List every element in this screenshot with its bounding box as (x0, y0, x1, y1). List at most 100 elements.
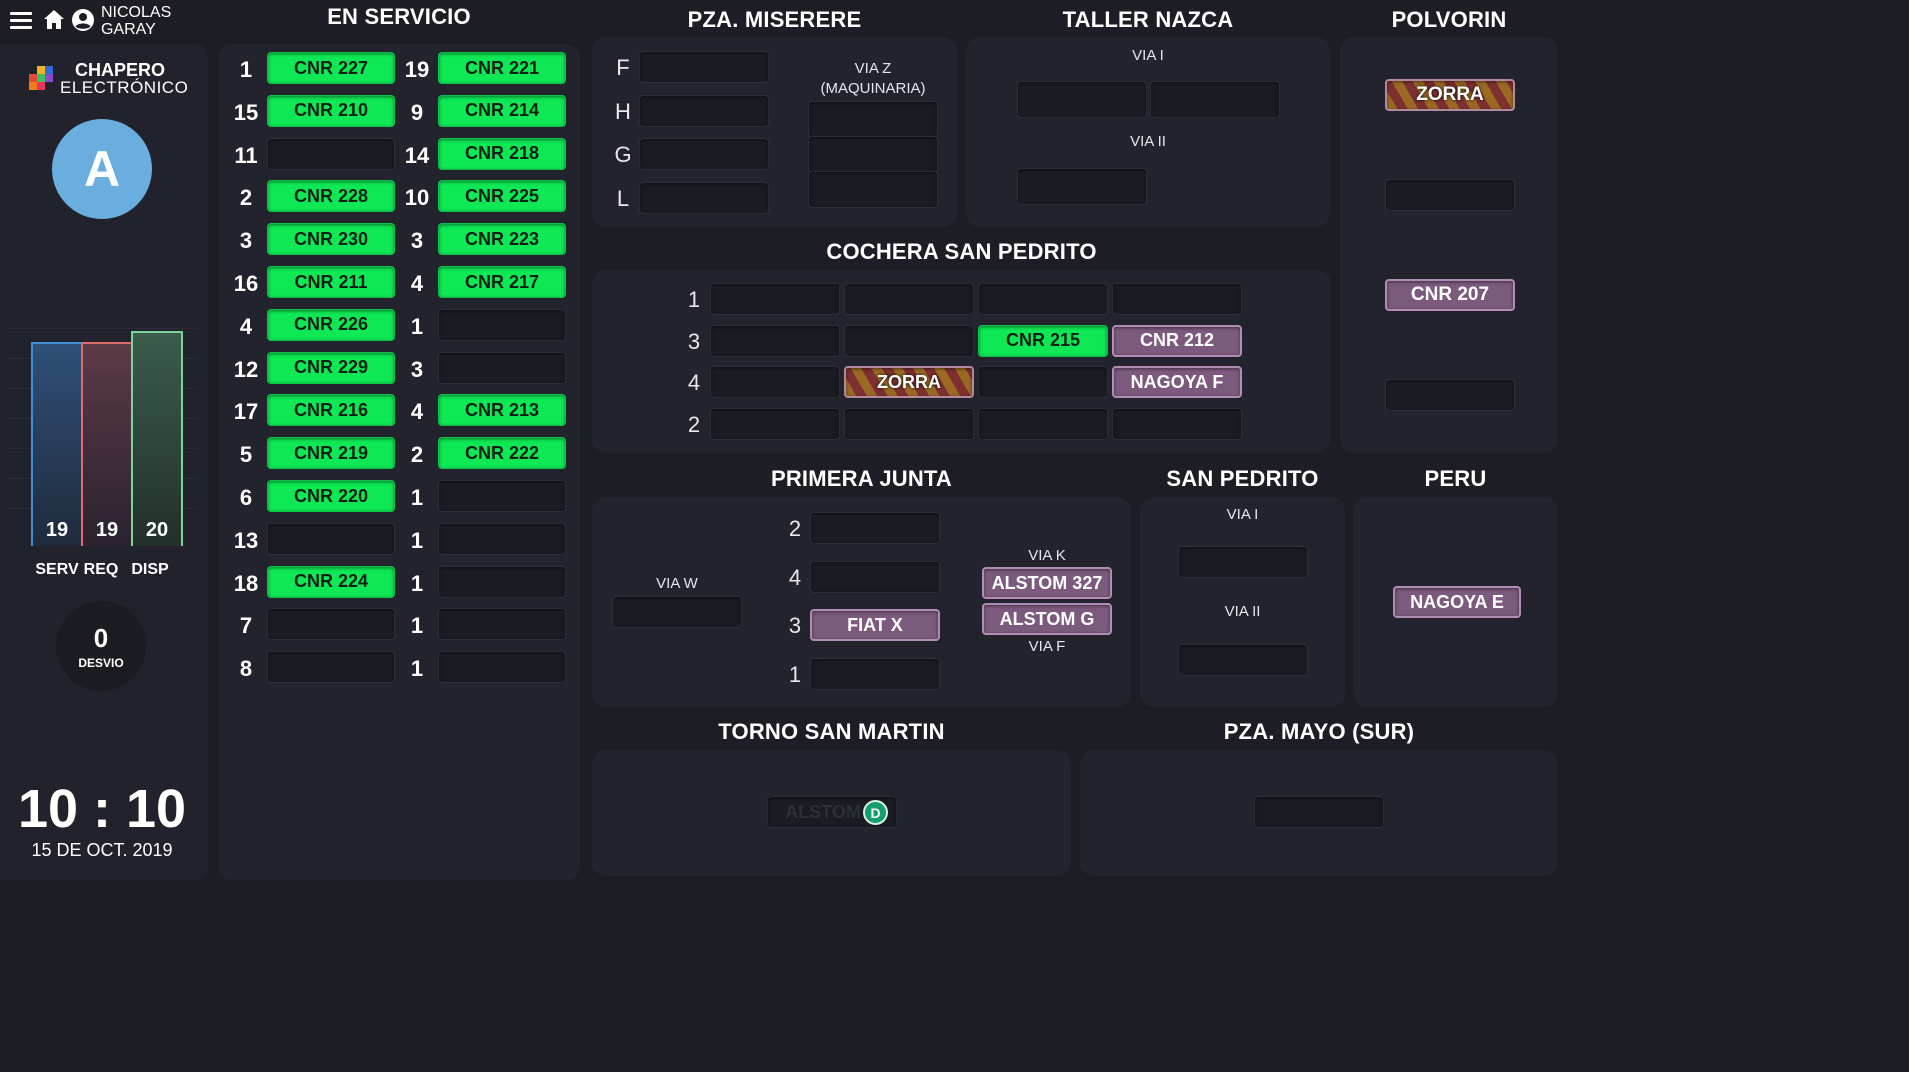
req-bar (81, 342, 133, 546)
san-pedrito-title: SAN PEDRITO (1166, 466, 1319, 491)
service-right-slot[interactable] (438, 608, 566, 641)
service-left-slot[interactable]: CNR 227 (267, 52, 395, 84)
service-right-slot[interactable]: CNR 221 (438, 52, 566, 84)
service-left-number: 12 (233, 356, 259, 382)
service-right-number: 9 (410, 99, 424, 125)
service-right-slot[interactable] (438, 308, 566, 341)
cochera-slot[interactable] (1112, 283, 1242, 315)
cochera-slot[interactable] (710, 366, 840, 398)
service-right-number: 1 (410, 485, 424, 510)
service-right-slot[interactable]: CNR 225 (438, 180, 566, 213)
avatar[interactable]: A (52, 119, 152, 219)
service-left-slot[interactable] (267, 608, 395, 641)
service-right-slot[interactable] (438, 522, 566, 555)
service-right-slot[interactable]: CNR 222 (438, 437, 566, 470)
primera-junta-track-slot[interactable] (810, 657, 940, 690)
service-left-slot[interactable]: CNR 211 (267, 266, 395, 298)
en-servicio-title: EN SERVICIO (327, 4, 471, 29)
cochera-slot[interactable]: ZORRA (844, 366, 974, 398)
peru-title: PERU (1424, 466, 1487, 491)
primera-junta-track-label: 4 (788, 564, 802, 590)
service-left-slot[interactable]: CNR 230 (267, 223, 395, 256)
nazca-via2-slot-1[interactable] (1017, 168, 1147, 205)
via-f-slot[interactable]: ALSTOM G (982, 603, 1112, 635)
via-z-slot-2[interactable] (808, 136, 938, 173)
menu-icon[interactable] (10, 12, 32, 30)
service-left-slot[interactable]: CNR 226 (267, 308, 395, 341)
primera-junta-track-slot[interactable]: FIAT X (810, 609, 940, 641)
cochera-slot[interactable] (844, 283, 974, 315)
peru-slot[interactable]: NAGOYA E (1393, 586, 1521, 618)
primera-junta-track-label: 2 (788, 516, 802, 541)
service-left-slot[interactable] (267, 651, 395, 684)
service-left-number: 16 (233, 271, 259, 296)
service-right-number: 4 (410, 271, 424, 296)
service-right-slot[interactable]: CNR 217 (438, 266, 566, 298)
service-left-slot[interactable]: CNR 224 (267, 565, 395, 598)
service-right-slot[interactable]: CNR 218 (438, 137, 566, 170)
service-right-slot[interactable] (438, 565, 566, 598)
miserere-track-slot[interactable] (639, 138, 769, 170)
account-icon[interactable] (71, 8, 95, 37)
nazca-via1-slot-1[interactable] (1017, 81, 1147, 118)
service-right-slot[interactable]: CNR 223 (438, 223, 566, 256)
via-z-slot-1[interactable] (808, 101, 938, 138)
cochera-slot[interactable]: CNR 212 (1112, 324, 1242, 357)
service-left-slot[interactable] (267, 522, 395, 555)
service-left-slot[interactable]: CNR 220 (267, 480, 395, 512)
desvio-counter[interactable]: 0 DESVIO (56, 601, 146, 691)
service-left-slot[interactable] (267, 137, 395, 170)
miserere-track-slot[interactable] (639, 51, 769, 83)
service-right-number: 4 (410, 399, 424, 425)
service-right-number: 1 (410, 527, 424, 553)
user-name: NICOLAS GARAY (101, 4, 172, 38)
polvorin-slot-2[interactable] (1385, 179, 1515, 211)
polvorin-slot-1[interactable]: ZORRA (1385, 79, 1515, 111)
service-right-slot[interactable] (438, 651, 566, 684)
brand-name: CHAPERO ELECTRÓNICO (60, 61, 188, 96)
primera-junta-track-slot[interactable] (810, 560, 940, 593)
polvorin-slot-4[interactable] (1385, 379, 1515, 411)
service-right-slot[interactable] (438, 351, 566, 384)
service-right-number: 3 (410, 228, 424, 254)
cochera-slot[interactable] (710, 283, 840, 315)
primera-junta-track-slot[interactable] (810, 512, 940, 544)
polvorin-slot-3[interactable]: CNR 207 (1385, 279, 1515, 311)
service-left-slot[interactable]: CNR 216 (267, 394, 395, 427)
torno-badge[interactable]: D (863, 800, 888, 825)
cochera-slot[interactable] (978, 366, 1108, 398)
cochera-slot[interactable] (844, 324, 974, 357)
cochera-slot[interactable] (1112, 407, 1242, 440)
cochera-slot[interactable] (978, 407, 1108, 440)
service-right-slot[interactable]: CNR 214 (438, 94, 566, 127)
service-left-number: 3 (239, 228, 253, 254)
miserere-track-slot[interactable] (639, 181, 769, 214)
via-w-slot[interactable] (612, 596, 742, 628)
service-right-slot[interactable] (438, 480, 566, 512)
cochera-slot[interactable] (710, 407, 840, 440)
cochera-slot[interactable] (710, 324, 840, 357)
primera-junta-title: PRIMERA JUNTA (770, 466, 953, 491)
service-left-slot[interactable]: CNR 210 (267, 94, 395, 127)
desvio-value: 0 (93, 623, 109, 653)
cochera-slot[interactable] (978, 283, 1108, 315)
cochera-slot[interactable] (844, 407, 974, 440)
via-f-label: VIA F (1028, 638, 1066, 655)
cochera-slot[interactable]: NAGOYA F (1112, 366, 1242, 398)
desvio-label: DESVIO (78, 656, 124, 670)
via-k-slot[interactable]: ALSTOM 327 (982, 567, 1112, 599)
home-icon[interactable] (42, 8, 66, 37)
service-right-slot[interactable]: CNR 213 (438, 394, 566, 427)
via-z-slot-3[interactable] (808, 171, 938, 208)
san-pedrito-via1-slot[interactable] (1178, 546, 1308, 578)
service-left-slot[interactable]: CNR 228 (267, 180, 395, 213)
miserere-track-slot[interactable] (639, 94, 769, 127)
serv-value: 19 (45, 519, 69, 541)
nazca-via1-slot-2[interactable] (1150, 81, 1280, 118)
san-pedrito-via2-slot[interactable] (1178, 644, 1308, 676)
service-left-slot[interactable]: CNR 229 (267, 351, 395, 384)
mayo-slot[interactable] (1254, 796, 1384, 828)
cochera-slot[interactable]: CNR 215 (978, 324, 1108, 357)
miserere-title: PZA. MISERERE (687, 7, 862, 32)
service-left-slot[interactable]: CNR 219 (267, 437, 395, 470)
